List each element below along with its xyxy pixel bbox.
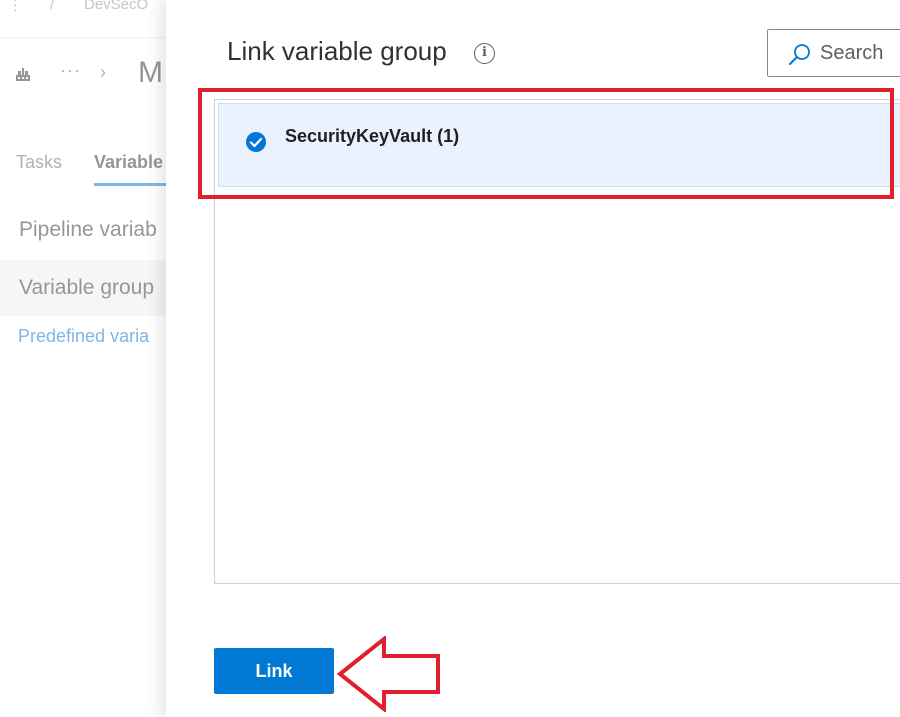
info-icon[interactable]: i [474,43,495,64]
link-button[interactable]: Link [214,648,334,694]
panel-header: Link variable group i [166,0,900,90]
search-box[interactable] [767,29,900,77]
variable-group-list: SecurityKeyVault (1) [214,99,900,584]
checkmark-circle-icon[interactable] [245,131,267,153]
panel-title: Link variable group [227,36,447,66]
link-variable-group-panel: Link variable group i SecurityKeyVault (… [166,0,900,717]
search-input[interactable] [820,38,900,68]
screenshot-root: ⋮ / DevSecO ··· › M Tasks Variable Pipel… [0,0,900,717]
variable-group-name: SecurityKeyVault (1) [285,126,460,146]
search-icon [789,44,810,65]
list-item-variable-group[interactable]: SecurityKeyVault (1) [218,103,900,187]
